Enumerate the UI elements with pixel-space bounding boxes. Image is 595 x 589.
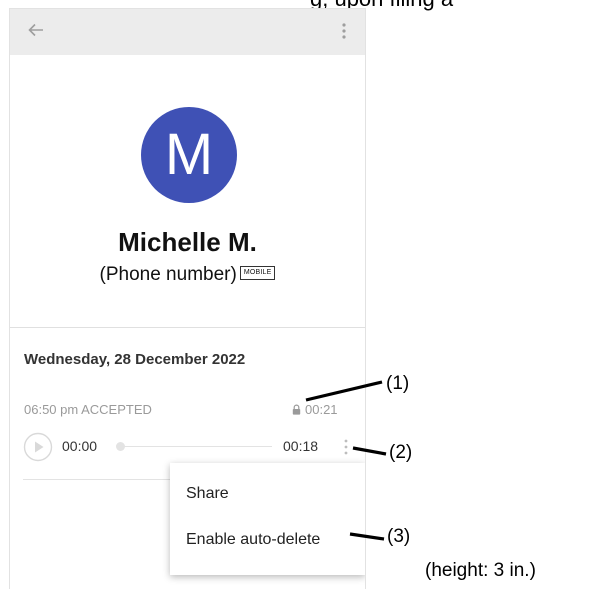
call-time-status: 06:50 pm ACCEPTED: [24, 402, 152, 417]
height-note: (height: 3 in.): [425, 560, 536, 581]
callout-label-3: (3): [387, 526, 411, 547]
avatar-letter: M: [164, 122, 214, 187]
recording-length: 00:18: [283, 438, 319, 454]
section-divider: [10, 327, 365, 328]
back-arrow-icon[interactable]: [24, 18, 48, 42]
app-bar: [10, 9, 365, 55]
play-icon[interactable]: [23, 432, 53, 462]
menu-item-share[interactable]: Share: [186, 485, 229, 503]
context-menu: Share Enable auto-delete: [170, 463, 365, 575]
playback-slider-thumb[interactable]: [116, 442, 125, 451]
lock-icon: [292, 404, 301, 415]
callout-label-2: (2): [389, 442, 413, 463]
menu-item-enable-auto-delete[interactable]: Enable auto-delete: [186, 531, 320, 549]
contact-phone-number: (Phone number): [99, 264, 237, 285]
call-duration: 00:21: [305, 402, 338, 417]
contact-avatar: M: [141, 107, 237, 203]
playback-position: 00:00: [62, 438, 98, 454]
phone-screen: M Michelle M. (Phone number) MOBILE Wedne…: [9, 8, 366, 589]
recording-more-icon[interactable]: [342, 437, 350, 457]
contact-name: Michelle M.: [118, 227, 257, 257]
phone-type-badge: MOBILE: [239, 265, 276, 280]
history-date: Wednesday, 28 December 2022: [24, 351, 246, 368]
callout-label-1: (1): [386, 373, 410, 394]
overflow-menu-icon[interactable]: [338, 20, 350, 42]
contact-phone-row: (Phone number) MOBILE: [10, 264, 365, 286]
playback-slider-track[interactable]: [120, 446, 272, 447]
